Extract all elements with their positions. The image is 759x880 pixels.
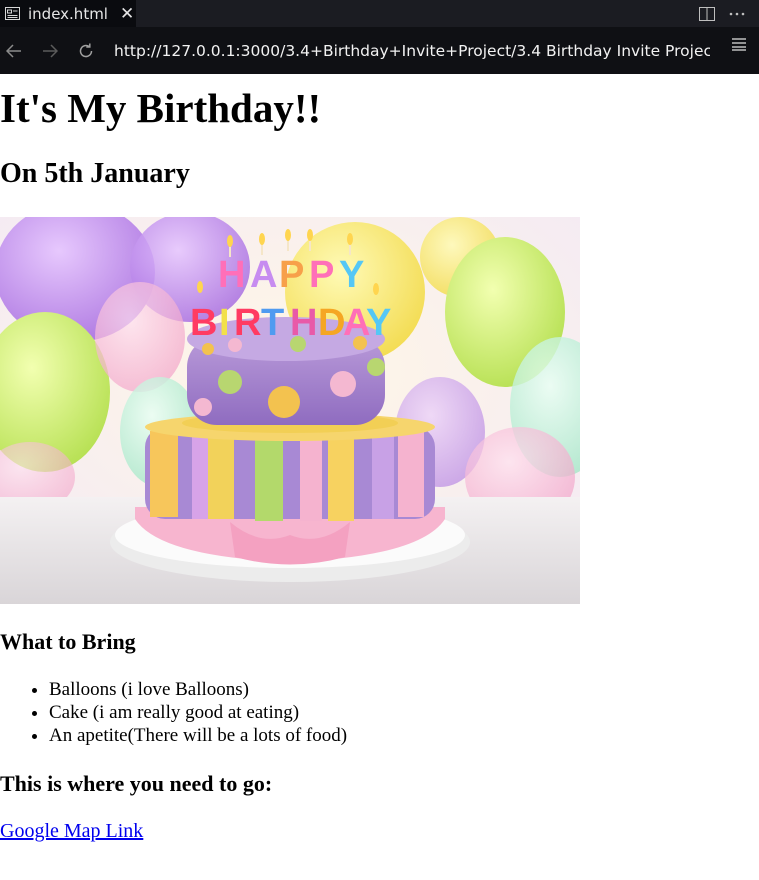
cake-letter: P (309, 254, 334, 296)
reload-icon[interactable] (72, 37, 100, 65)
browser-nav-bar: http://127.0.0.1:3000/3.4+Birthday+Invit… (0, 27, 759, 74)
cake-letter: A (250, 254, 277, 296)
page-title: It's My Birthday!! (0, 85, 322, 131)
page-icon (4, 7, 20, 21)
more-actions-icon[interactable] (729, 12, 745, 16)
browser-tab-strip: index.html ✕ (0, 0, 759, 27)
bring-list: Balloons (i love Balloons) Cake (i am re… (0, 678, 347, 747)
forward-arrow-icon[interactable] (36, 37, 64, 65)
back-arrow-icon[interactable] (0, 37, 28, 65)
list-item: Balloons (i love Balloons) (49, 678, 347, 701)
cake-letter: H (218, 254, 245, 296)
cake-letter: B (190, 302, 217, 344)
address-bar-url[interactable]: http://127.0.0.1:3000/3.4+Birthday+Invit… (114, 42, 710, 60)
split-editor-icon[interactable] (699, 6, 715, 21)
browser-tab[interactable]: index.html ✕ (0, 0, 136, 27)
list-item: Cake (i am really good at eating) (49, 701, 347, 724)
list-item: An apetite(There will be a lots of food) (49, 724, 347, 747)
menu-icon[interactable] (731, 37, 747, 56)
cake-letter: D (318, 302, 345, 344)
birthday-cake-image: H A P P Y B I R T H D A Y (0, 217, 580, 604)
location-heading: This is where you need to go: (0, 771, 273, 796)
close-icon[interactable]: ✕ (120, 4, 134, 24)
cake-letter: Y (339, 254, 364, 296)
date-heading: On 5th January (0, 158, 190, 189)
cake-letter: R (234, 302, 261, 344)
cake-letter: Y (366, 302, 391, 344)
cake-letters-birthday: B I R T H D A Y (190, 302, 391, 344)
cake-letter: P (279, 254, 304, 296)
cake-letters-happy: H A P P Y (218, 254, 364, 296)
what-to-bring-heading: What to Bring (0, 629, 136, 654)
tab-title: index.html (28, 4, 108, 23)
cake-letter: T (261, 302, 284, 344)
google-map-link[interactable]: Google Map Link (0, 820, 143, 843)
cake-letter: H (290, 302, 317, 344)
cake-letter: I (219, 302, 230, 344)
